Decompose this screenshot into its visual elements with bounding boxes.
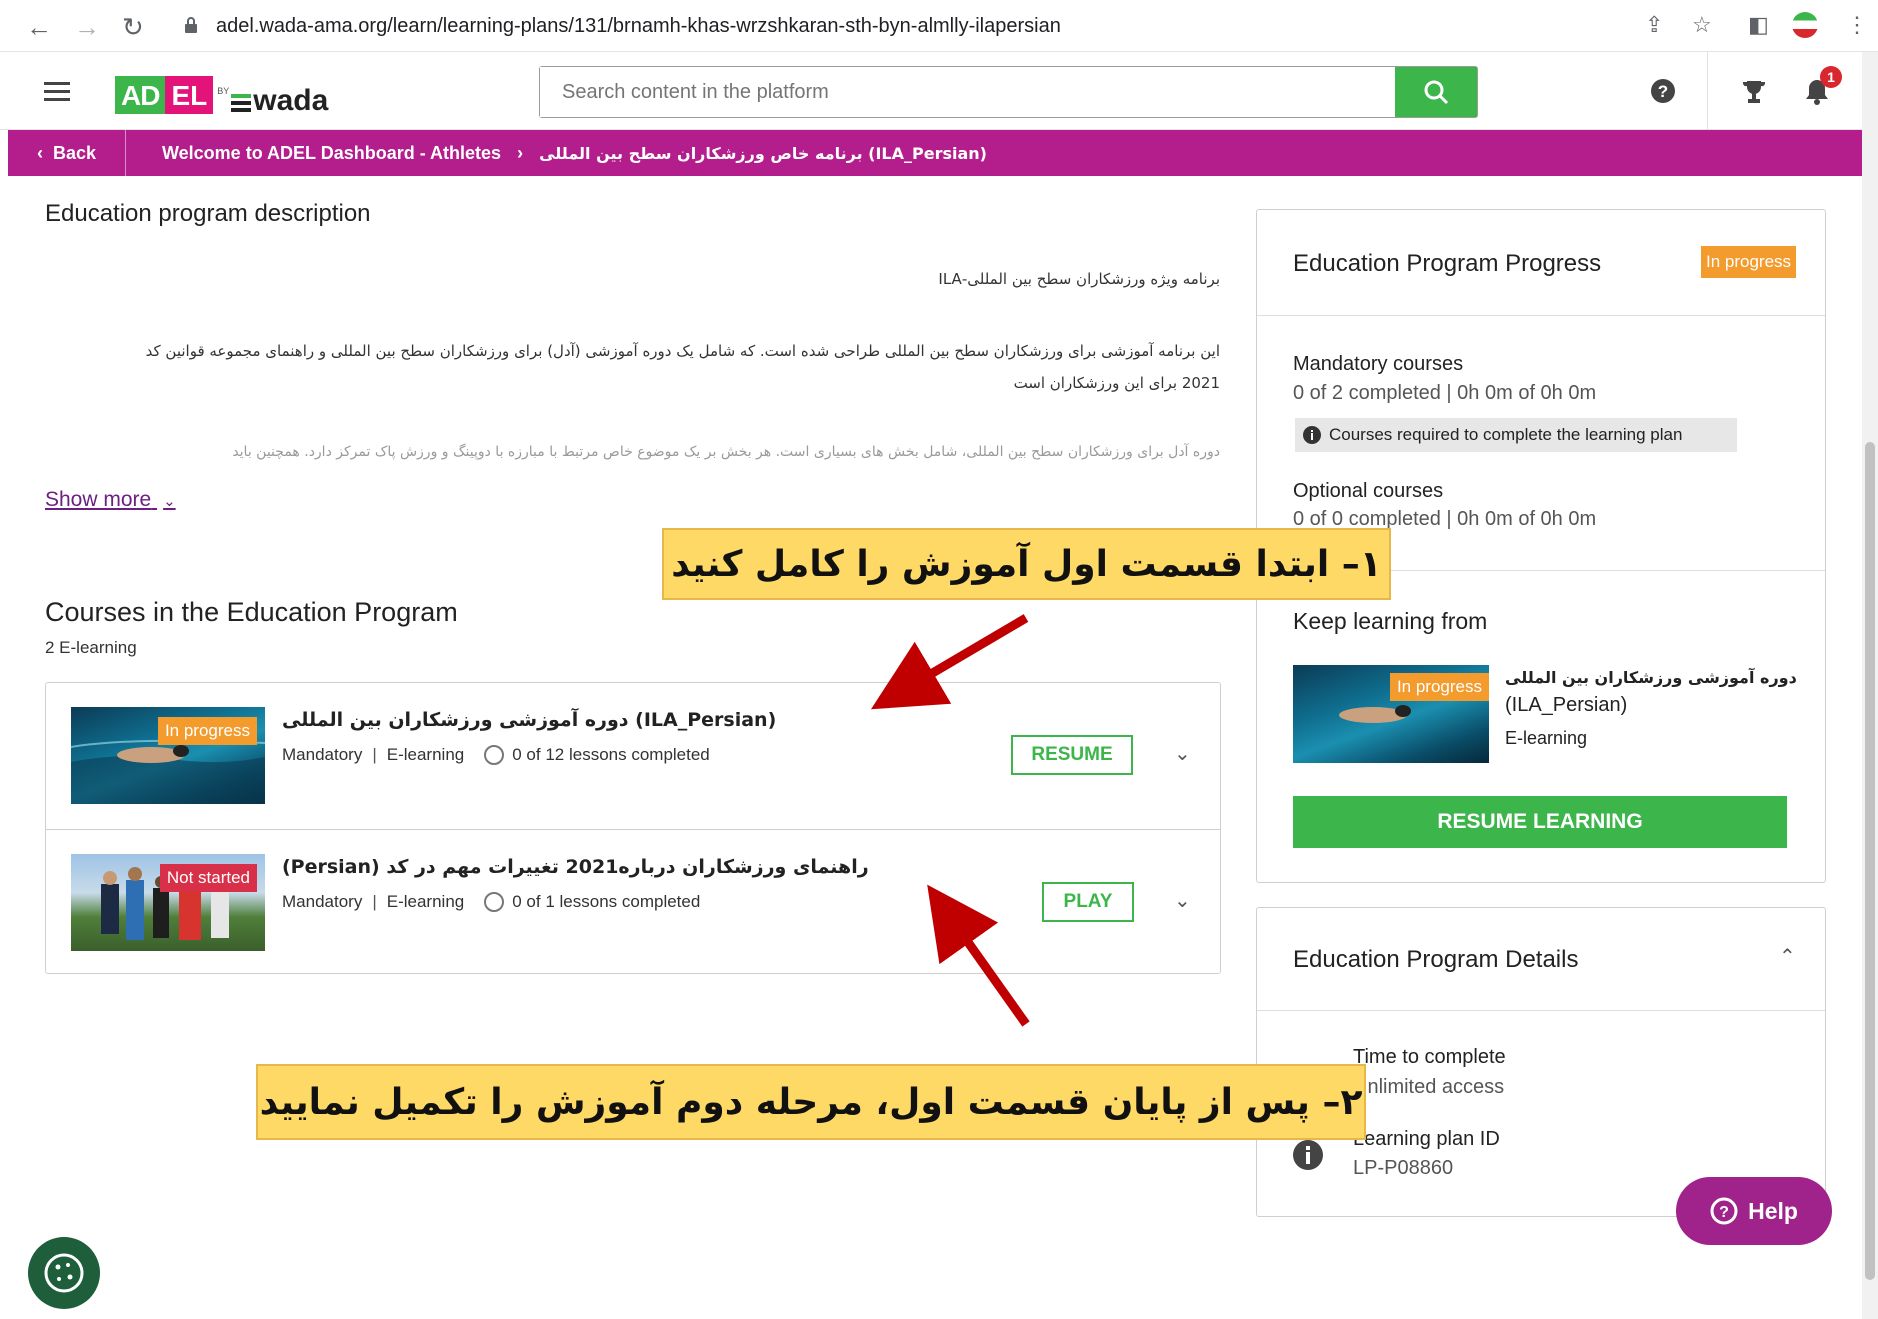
hamburger-menu-icon[interactable] bbox=[44, 82, 70, 101]
description-line-2: این برنامه آموزشی برای ورزشکاران سطح بین… bbox=[145, 342, 1220, 360]
callout-step-1: ۱– ابتدا قسمت اول آموزش را کامل کنید bbox=[662, 528, 1391, 600]
progress-panel-title: Education Program Progress bbox=[1293, 250, 1602, 277]
mandatory-label: Mandatory courses bbox=[1293, 353, 1464, 375]
plan-id-value: LP-P08860 bbox=[1353, 1157, 1454, 1179]
courses-count: 2 E-learning bbox=[45, 638, 137, 657]
progress-circle-icon bbox=[484, 745, 505, 765]
svg-text:?: ? bbox=[1719, 1204, 1729, 1221]
resume-learning-button[interactable]: RESUME LEARNING bbox=[1293, 796, 1787, 848]
keep-learning-title-fa[interactable]: دوره آموزشی ورزشکاران بین المللی bbox=[1505, 668, 1797, 687]
progress-status-badge: In progress bbox=[1701, 246, 1797, 278]
mandatory-value: 0 of 2 completed | 0h 0m of 0h 0m bbox=[1293, 382, 1597, 404]
keep-learning-type: E-learning bbox=[1505, 728, 1588, 748]
search-button[interactable] bbox=[1395, 67, 1477, 117]
status-badge: In progress bbox=[1389, 673, 1489, 701]
chevron-down-icon[interactable]: ⌄ bbox=[1174, 741, 1191, 766]
description-line-1: برنامه ویژه ورزشکاران سطح بین المللی-ILA bbox=[938, 270, 1220, 288]
course-meta: Mandatory | E-learning 0 of 12 lessons com… bbox=[282, 745, 710, 765]
description-line-3: 2021 برای این ورزشکاران است bbox=[1013, 374, 1220, 392]
show-more-link[interactable]: Show more ⌄ bbox=[45, 488, 176, 512]
wada-mark-icon bbox=[231, 94, 252, 112]
courses-heading: Courses in the Education Program bbox=[45, 597, 458, 627]
app-header: ADEL BY wada ? 1 bbox=[0, 52, 1878, 130]
search-input[interactable] bbox=[540, 67, 1395, 117]
status-badge: In progress bbox=[157, 717, 257, 745]
info-icon bbox=[1303, 426, 1321, 444]
adel-wada-logo[interactable]: AD EL BY wada bbox=[115, 68, 328, 117]
breadcrumb-current: برنامه خاص ورزشکاران سطح بین المللی (ILA… bbox=[539, 143, 987, 163]
course-list: In progress دوره آموزشی ورزشکاران بین ال… bbox=[45, 682, 1221, 974]
chevron-up-icon[interactable]: ⌃ bbox=[1779, 944, 1796, 969]
arrow-to-course-1 bbox=[870, 614, 1029, 710]
course-title[interactable]: دوره آموزشی ورزشکاران بین المللی (ILA_Pe… bbox=[282, 709, 776, 731]
details-panel-title: Education Program Details bbox=[1293, 946, 1579, 973]
course-title[interactable]: (Persian) راهنمای ورزشکاران درباره2021 ت… bbox=[282, 856, 869, 878]
details-panel: Education Program Details ⌃ Time to comp… bbox=[1256, 907, 1826, 1217]
keep-learning-heading: Keep learning from bbox=[1293, 608, 1488, 634]
keep-learning-thumbnail[interactable]: In progress bbox=[1293, 665, 1489, 763]
resume-button[interactable]: RESUME bbox=[1011, 735, 1133, 775]
profile-avatar[interactable] bbox=[1792, 12, 1818, 38]
notification-count-badge: 1 bbox=[1820, 66, 1842, 88]
cookie-settings-button[interactable] bbox=[28, 1237, 100, 1309]
status-badge: Not started bbox=[159, 864, 257, 892]
chevron-down-icon: ⌄ bbox=[163, 493, 176, 510]
help-circle-icon: ? bbox=[1710, 1197, 1738, 1225]
search-box bbox=[539, 66, 1478, 118]
chevron-down-icon[interactable]: ⌄ bbox=[1174, 888, 1191, 913]
help-question-icon[interactable]: ? bbox=[1650, 78, 1676, 104]
optional-label: Optional courses bbox=[1293, 480, 1444, 502]
time-to-complete-value: Unlimited access bbox=[1353, 1076, 1505, 1098]
search-icon bbox=[1424, 80, 1449, 105]
page-scrollbar[interactable] bbox=[1862, 52, 1878, 1319]
breadcrumb-dashboard-link[interactable]: Welcome to ADEL Dashboard - Athletes bbox=[162, 143, 501, 164]
header-divider bbox=[1707, 52, 1708, 130]
keep-learning-title-en: (ILA_Persian) bbox=[1505, 694, 1628, 716]
course-row[interactable]: In progress دوره آموزشی ورزشکاران بین ال… bbox=[46, 683, 1220, 828]
address-bar[interactable]: adel.wada-ama.org/learn/learning-plans/1… bbox=[216, 10, 1061, 42]
breadcrumb: ‹ Back Welcome to ADEL Dashboard - Athlet… bbox=[8, 130, 1864, 176]
course-thumbnail-athletes: Not started bbox=[71, 854, 265, 951]
description-line-4-faded: دوره آدل برای ورزشکاران سطح بین المللی، … bbox=[232, 444, 1220, 460]
side-panel-icon[interactable]: ◧ bbox=[1748, 12, 1769, 38]
back-arrow-icon[interactable]: ← bbox=[26, 12, 52, 43]
bookmark-star-icon[interactable]: ☆ bbox=[1692, 12, 1712, 38]
course-thumbnail-swimmer: In progress bbox=[71, 707, 265, 804]
browser-menu-icon[interactable]: ⋮ bbox=[1846, 12, 1868, 38]
trophy-icon[interactable] bbox=[1740, 78, 1768, 106]
forward-arrow-icon[interactable]: → bbox=[74, 12, 100, 43]
reload-icon[interactable]: ↻ bbox=[122, 12, 144, 43]
browser-toolbar: ← → ↻ adel.wada-ama.org/learn/learning-p… bbox=[0, 0, 1878, 52]
help-button[interactable]: ? Help bbox=[1676, 1177, 1832, 1245]
lock-icon bbox=[185, 17, 197, 33]
description-section: Education program description برنامه ویژ… bbox=[45, 200, 1230, 460]
course-row[interactable]: Not started (Persian) راهنمای ورزشکاران … bbox=[46, 829, 1220, 974]
progress-circle-icon bbox=[484, 892, 505, 912]
required-note: Courses required to complete the learnin… bbox=[1295, 418, 1737, 452]
description-heading: Education program description bbox=[45, 200, 371, 227]
time-to-complete-label: Time to complete bbox=[1353, 1046, 1506, 1068]
play-button[interactable]: PLAY bbox=[1042, 882, 1134, 922]
svg-text:?: ? bbox=[1658, 82, 1668, 101]
breadcrumb-separator-icon: › bbox=[517, 142, 524, 163]
chevron-left-icon: ‹ bbox=[36, 142, 43, 163]
back-button[interactable]: ‹ Back bbox=[8, 130, 126, 176]
share-icon[interactable]: ⇪ bbox=[1645, 12, 1663, 38]
cookie-icon bbox=[44, 1253, 84, 1293]
plan-id-label: Learning plan ID bbox=[1353, 1128, 1500, 1150]
info-icon bbox=[1293, 1140, 1323, 1170]
course-meta: Mandatory | E-learning 0 of 1 lessons comp… bbox=[282, 892, 701, 912]
callout-step-2: ۲– پس از پایان قسمت اول، مرحله دوم آموزش… bbox=[256, 1064, 1366, 1140]
